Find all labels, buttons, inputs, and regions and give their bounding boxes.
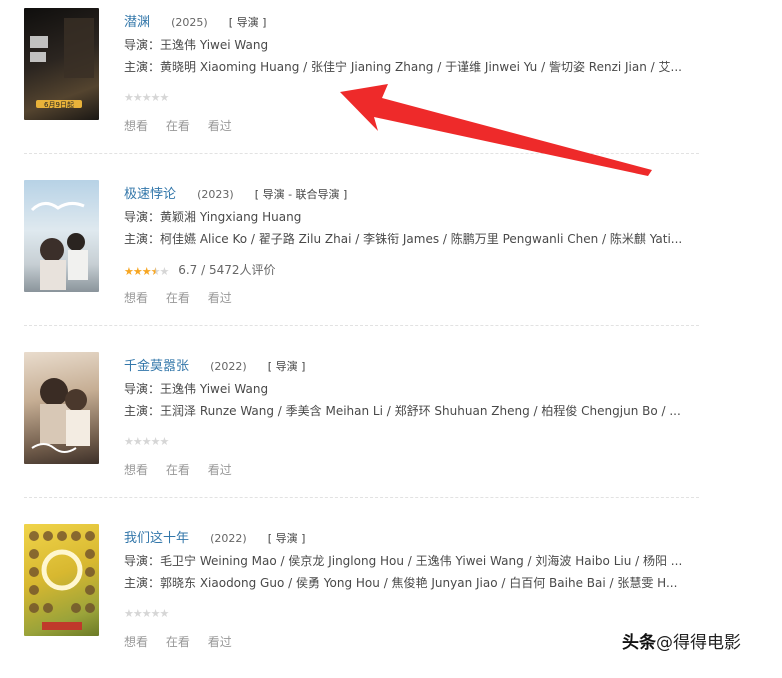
divider <box>24 497 699 498</box>
movie-title-link[interactable]: 极速悖论 <box>124 187 176 202</box>
watching-link[interactable]: 在看 <box>166 463 190 477</box>
title-row: 潜渊 (2025) [ 导演 ] <box>124 11 267 30</box>
action-links: 想看 在看 看过 <box>124 289 246 306</box>
rating-stars: ★★★★★ <box>124 435 169 448</box>
poster-date-text: 6月9日起 <box>44 101 74 109</box>
watermark: 头条@得得电影 <box>622 628 741 653</box>
star-icon: ★ <box>132 265 143 278</box>
divider <box>24 325 699 326</box>
watched-link[interactable]: 看过 <box>208 635 232 649</box>
rating: ★★★★★ <box>124 89 169 104</box>
movie-item: 我们这十年 (2022) [ 导演 ] 导演：毛卫宁 Weining Mao /… <box>0 516 782 678</box>
movie-item: 千金莫嚣张 (2022) [ 导演 ] 导演：王逸伟 Yiwei Wang 主演… <box>0 344 782 506</box>
watched-link[interactable]: 看过 <box>208 291 232 305</box>
divider <box>24 153 699 154</box>
movie-poster[interactable] <box>24 180 99 292</box>
title-row: 我们这十年 (2022) [ 导演 ] <box>124 527 306 546</box>
watched-link[interactable]: 看过 <box>208 463 232 477</box>
cast-line: 主演：郭晓东 Xiaodong Guo / 侯勇 Yong Hou / 焦俊艳 … <box>124 576 678 590</box>
rating-stars: ★★★★★ <box>124 607 169 620</box>
watermark-handle: @得得电影 <box>656 633 741 653</box>
movie-year: (2023) <box>197 188 234 201</box>
rating-value: 6.7 / 5472人评价 <box>178 263 276 277</box>
rating: ★★★★★ <box>124 605 169 620</box>
action-links: 想看 在看 看过 <box>124 461 246 478</box>
rating-stars: ★★★★★ <box>124 265 170 278</box>
movie-year: (2022) <box>210 360 247 373</box>
movie-title-link[interactable]: 潜渊 <box>124 15 150 30</box>
cast-line: 主演：王润泽 Runze Wang / 季美含 Meihan Li / 郑舒环 … <box>124 404 681 418</box>
movie-title-link[interactable]: 我们这十年 <box>124 531 189 546</box>
half-star-icon: ★ <box>150 265 161 278</box>
rating: ★★★★★ <box>124 433 169 448</box>
want-to-watch-link[interactable]: 想看 <box>124 291 148 305</box>
title-row: 极速悖论 (2023) [ 导演 - 联合导演 ] <box>124 183 348 202</box>
star-icon: ★ <box>141 265 152 278</box>
director-line: 导演：毛卫宁 Weining Mao / 侯京龙 Jinglong Hou / … <box>124 554 683 568</box>
watched-link[interactable]: 看过 <box>208 119 232 133</box>
rating: ★★★★★ 6.7 / 5472人评价 <box>124 261 276 278</box>
movie-poster[interactable]: 6月9日起 <box>24 8 99 120</box>
want-to-watch-link[interactable]: 想看 <box>124 119 148 133</box>
action-links: 想看 在看 看过 <box>124 633 246 650</box>
movie-year: (2025) <box>171 16 208 29</box>
director-line: 导演：黄颖湘 Yingxiang Huang <box>124 210 302 224</box>
title-row: 千金莫嚣张 (2022) [ 导演 ] <box>124 355 306 374</box>
director-line: 导演：王逸伟 Yiwei Wang <box>124 38 269 52</box>
movie-poster[interactable] <box>24 524 99 636</box>
rating-stars: ★★★★★ <box>124 91 169 104</box>
movie-item: 极速悖论 (2023) [ 导演 - 联合导演 ] 导演：黄颖湘 Yingxia… <box>0 172 782 334</box>
movie-item: 6月9日起 潜渊 (2025) [ 导演 ] 导演：王逸伟 Yiwei Wang… <box>0 0 782 162</box>
movie-role: [ 导演 ] <box>267 360 306 373</box>
movie-role: [ 导演 ] <box>267 532 306 545</box>
watching-link[interactable]: 在看 <box>166 635 190 649</box>
watching-link[interactable]: 在看 <box>166 119 190 133</box>
star-icon: ★ <box>124 265 134 278</box>
want-to-watch-link[interactable]: 想看 <box>124 463 148 477</box>
watermark-prefix: 头条 <box>622 633 656 653</box>
movie-poster[interactable] <box>24 352 99 464</box>
watching-link[interactable]: 在看 <box>166 291 190 305</box>
want-to-watch-link[interactable]: 想看 <box>124 635 148 649</box>
movie-year: (2022) <box>210 532 247 545</box>
cast-line: 主演：柯佳嬿 Alice Ko / 翟子路 Zilu Zhai / 李铢衔 Ja… <box>124 232 683 246</box>
movie-role: [ 导演 ] <box>228 16 267 29</box>
movie-role: [ 导演 - 联合导演 ] <box>254 188 348 201</box>
action-links: 想看 在看 看过 <box>124 117 246 134</box>
director-line: 导演：王逸伟 Yiwei Wang <box>124 382 269 396</box>
star-icon: ★ <box>159 265 170 278</box>
movie-title-link[interactable]: 千金莫嚣张 <box>124 359 189 374</box>
cast-line: 主演：黄晓明 Xiaoming Huang / 张佳宁 Jianing Zhan… <box>124 60 682 74</box>
